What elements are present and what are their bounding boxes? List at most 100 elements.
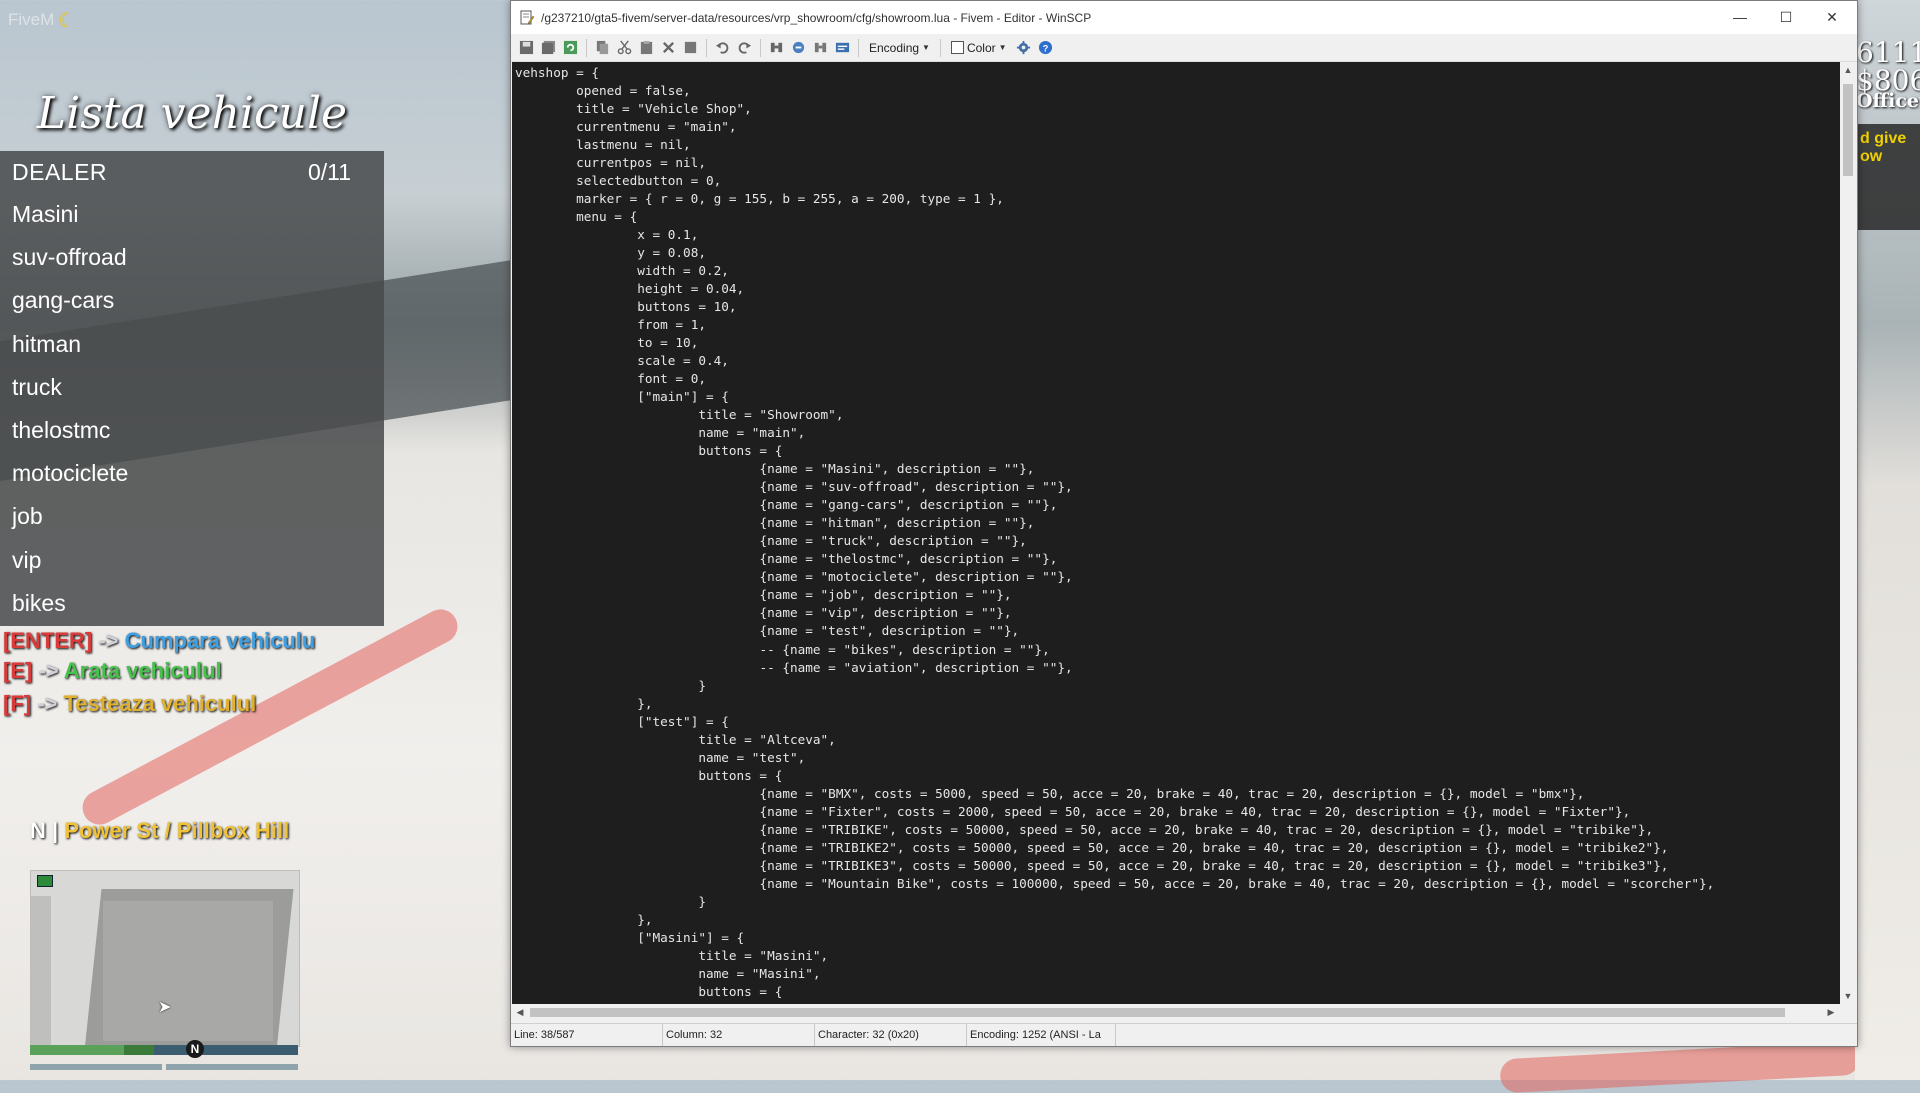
chevron-down-icon: ▼: [922, 43, 930, 52]
menu-title: Lista vehicule: [36, 88, 348, 139]
health-armor-bar: [30, 1045, 298, 1055]
job-rank: Officer: [1856, 90, 1920, 112]
notification-panel: d give ow: [1856, 124, 1920, 230]
menu-item-truck[interactable]: truck: [0, 366, 384, 409]
save-icon[interactable]: [517, 38, 536, 57]
horizontal-scrollbar-thumb[interactable]: [530, 1008, 1785, 1017]
minimap-blip-icon: [37, 875, 53, 887]
hint-key: [ENTER]: [3, 628, 93, 653]
scroll-up-arrow-icon[interactable]: ▲: [1840, 62, 1856, 78]
status-encoding: Encoding: 1252 (ANSI - La: [967, 1024, 1116, 1046]
toolbar-separator: [858, 38, 859, 57]
menu-item-job[interactable]: job: [0, 495, 384, 538]
minimap-block: [103, 901, 273, 1041]
code-editor[interactable]: vehshop = { opened = false, title = "Veh…: [512, 62, 1840, 1004]
toolbar-separator: [760, 38, 761, 57]
encoding-dropdown[interactable]: Encoding ▼: [865, 41, 934, 55]
fivem-tag: FiveM: [8, 10, 55, 29]
hint-arrow: ->: [32, 658, 64, 683]
toolbar-separator: [939, 38, 941, 57]
background-stripe: [1499, 1040, 1861, 1093]
select-all-icon[interactable]: [681, 38, 700, 57]
maximize-button[interactable]: ☐: [1763, 1, 1809, 34]
menu-item-bikes[interactable]: bikes: [0, 582, 384, 625]
hint-key: [F]: [3, 691, 32, 716]
hint-action: Cumpara vehiculu: [124, 628, 316, 653]
menu-item-suv-offroad[interactable]: suv-offroad: [0, 236, 384, 279]
find-next-icon[interactable]: [811, 38, 830, 57]
hint-e: [E] -> Arata vehiculul: [3, 658, 222, 684]
compass-north-icon: N: [186, 1040, 204, 1058]
hint-action: Testeaza vehiculul: [63, 691, 257, 716]
cut-icon[interactable]: [615, 38, 634, 57]
save-all-icon[interactable]: [539, 38, 558, 57]
notification-text: d give ow: [1860, 130, 1907, 165]
toolbar-separator: [586, 38, 587, 57]
menu-item-motociclete[interactable]: motociclete: [0, 452, 384, 495]
goto-line-icon[interactable]: [833, 38, 852, 57]
horizontal-scrollbar[interactable]: ◀ ▶: [512, 1004, 1840, 1021]
help-icon[interactable]: ?: [1036, 38, 1055, 57]
status-bar-left: [30, 1064, 162, 1070]
gear-icon[interactable]: [1014, 38, 1033, 57]
health-bar-fill: [30, 1045, 124, 1055]
editor-app-icon: [520, 10, 535, 24]
menu-item-hitman[interactable]: hitman: [0, 323, 384, 366]
hint-action: Arata vehiculul: [63, 658, 222, 683]
copy-icon[interactable]: [593, 38, 612, 57]
editor-window[interactable]: /g237210/gta5-fivem/server-data/resource…: [510, 0, 1858, 1047]
close-button[interactable]: ✕: [1809, 1, 1855, 34]
code-content[interactable]: vehshop = { opened = false, title = "Veh…: [512, 62, 1840, 1004]
vehicle-menu: DEALER 0/11 Masini suv-offroad gang-cars…: [0, 151, 384, 626]
editor-statusbar: Line: 38/587 Column: 32 Character: 32 (0…: [511, 1023, 1857, 1046]
minimap-road: [31, 896, 51, 1046]
chevron-down-icon: ▼: [998, 43, 1007, 52]
hint-enter: [ENTER] -> Cumpara vehiculu: [3, 628, 315, 654]
encoding-label: Encoding: [869, 40, 920, 55]
undo-icon[interactable]: [713, 38, 732, 57]
color-dropdown[interactable]: Color ▼: [947, 41, 1011, 55]
street-label: N | Power St / Pillbox Hill: [30, 818, 289, 844]
status-column: Column: 32: [663, 1024, 815, 1046]
moon-icon: ☾: [58, 10, 76, 32]
delete-icon[interactable]: [659, 38, 678, 57]
editor-toolbar: Encoding ▼ Color ▼ ?: [511, 34, 1857, 62]
paste-icon[interactable]: [637, 38, 656, 57]
status-bars: [30, 1064, 298, 1070]
replace-icon[interactable]: [789, 38, 808, 57]
hint-key: [E]: [3, 658, 33, 683]
reload-icon[interactable]: [561, 38, 580, 57]
status-bar-right: [166, 1064, 298, 1070]
window-title: /g237210/gta5-fivem/server-data/resource…: [541, 10, 1092, 25]
vertical-scrollbar-thumb[interactable]: [1843, 84, 1853, 176]
health-bar-fill-secondary: [124, 1045, 154, 1055]
menu-item-thelostmc[interactable]: thelostmc: [0, 409, 384, 452]
color-label: Color: [966, 40, 996, 55]
find-icon[interactable]: [767, 38, 786, 57]
status-line: Line: 38/587: [511, 1024, 663, 1046]
menu-header: DEALER 0/11: [0, 151, 384, 193]
street-direction: N |: [30, 818, 59, 843]
menu-counter: 0/11: [307, 158, 351, 185]
menu-header-title: DEALER: [12, 158, 108, 185]
scroll-right-arrow-icon[interactable]: ▶: [1823, 1004, 1839, 1021]
hint-arrow: ->: [31, 691, 64, 716]
scroll-left-arrow-icon[interactable]: ◀: [512, 1004, 528, 1021]
menu-item-gang-cars[interactable]: gang-cars: [0, 279, 384, 322]
minimize-button[interactable]: —: [1717, 1, 1763, 34]
menu-item-masini[interactable]: Masini: [0, 193, 384, 236]
window-titlebar[interactable]: /g237210/gta5-fivem/server-data/resource…: [511, 1, 1857, 34]
scroll-down-arrow-icon[interactable]: ▼: [1840, 988, 1856, 1004]
street-name: Power St / Pillbox Hill: [64, 818, 290, 843]
svg-text:?: ?: [1042, 43, 1048, 53]
minimap: ➤: [30, 870, 300, 1047]
vertical-scrollbar[interactable]: ▲ ▼: [1840, 62, 1856, 1004]
menu-item-vip[interactable]: vip: [0, 539, 384, 582]
hint-f: [F] -> Testeaza vehiculul: [3, 691, 256, 717]
status-character: Character: 32 (0x20): [815, 1024, 967, 1046]
player-arrow-icon: ➤: [158, 999, 172, 1016]
redo-icon[interactable]: [735, 38, 754, 57]
hint-arrow: ->: [92, 628, 125, 653]
toolbar-separator: [706, 38, 707, 57]
color-checkbox[interactable]: [950, 41, 964, 54]
